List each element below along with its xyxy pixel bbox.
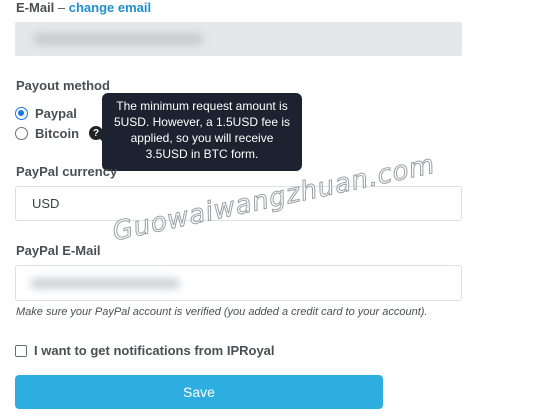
tooltip-line-2: 5USD. However, a 1.5USD fee is bbox=[113, 115, 291, 129]
paypal-radio-label[interactable]: Paypal bbox=[35, 106, 77, 121]
paypal-email-input[interactable] bbox=[15, 265, 462, 301]
tooltip-line-1: The minimum request amount is bbox=[116, 99, 288, 113]
notifications-option[interactable]: I want to get notifications from IPRoyal bbox=[15, 343, 275, 358]
payout-tooltip: The minimum request amount is 5USD. Howe… bbox=[96, 93, 302, 171]
email-label: E-Mail bbox=[16, 0, 55, 15]
change-email-link[interactable]: change email bbox=[69, 0, 151, 15]
tooltip-line-4: 3.5USD in BTC form. bbox=[145, 147, 259, 161]
bitcoin-radio[interactable] bbox=[15, 126, 28, 140]
payout-option-bitcoin[interactable]: Bitcoin ? bbox=[15, 124, 104, 142]
payout-option-paypal[interactable]: Paypal bbox=[15, 104, 77, 122]
email-blurred-value bbox=[33, 33, 203, 45]
email-label-row: E-Mail – change email bbox=[16, 0, 151, 15]
tooltip-line-3: applied, so you will receive bbox=[130, 131, 274, 145]
paypal-radio[interactable] bbox=[15, 106, 28, 120]
bitcoin-radio-label[interactable]: Bitcoin bbox=[35, 126, 79, 141]
save-button[interactable]: Save bbox=[15, 375, 383, 409]
notifications-checkbox[interactable] bbox=[15, 344, 27, 357]
notifications-label[interactable]: I want to get notifications from IPRoyal bbox=[34, 343, 275, 358]
paypal-email-blurred-value bbox=[30, 278, 180, 289]
paypal-email-hint: Make sure your PayPal account is verifie… bbox=[16, 306, 428, 318]
email-separator: – bbox=[54, 0, 69, 15]
email-field bbox=[15, 22, 462, 56]
payout-method-label: Payout method bbox=[16, 78, 110, 93]
paypal-currency-label: PayPal currency bbox=[16, 164, 118, 179]
currency-select[interactable]: USD bbox=[15, 186, 462, 221]
paypal-email-label: PayPal E-Mail bbox=[16, 243, 101, 258]
currency-select-value: USD bbox=[32, 196, 60, 211]
